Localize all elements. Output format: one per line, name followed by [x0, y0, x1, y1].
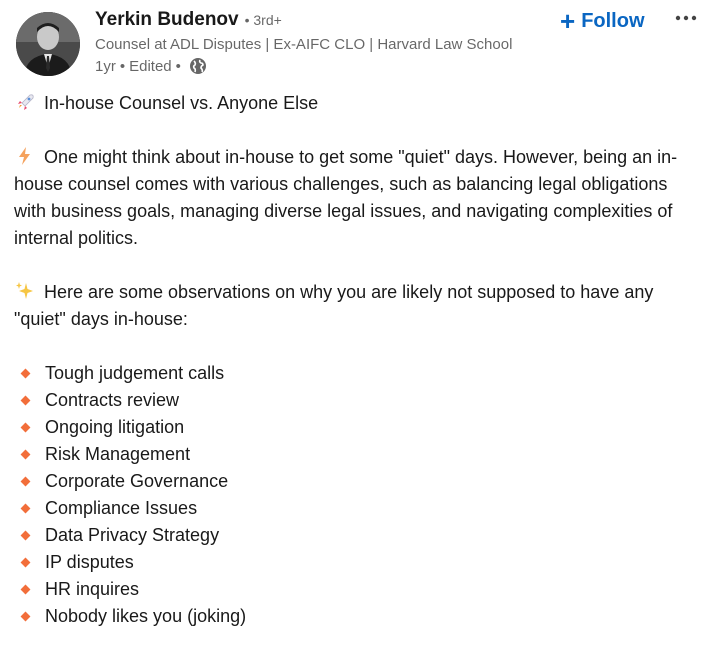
list-item: Compliance Issues — [14, 495, 704, 522]
post-meta: 1yr • Edited • — [95, 57, 555, 75]
post-title-line: In-house Counsel vs. Anyone Else — [14, 90, 704, 117]
avatar[interactable] — [16, 12, 80, 76]
diamond-bullet-icon — [20, 449, 31, 460]
post-observe: Here are some observations on why you ar… — [14, 279, 704, 333]
lightning-icon — [19, 147, 30, 165]
post-observe-text: Here are some observations on why you ar… — [14, 282, 654, 329]
post-body: In-house Counsel vs. Anyone Else One mig… — [14, 90, 704, 630]
list-item: Ongoing litigation — [14, 414, 704, 441]
meta-separator-2: • — [175, 57, 181, 75]
sparkles-icon — [16, 282, 33, 299]
diamond-bullet-icon — [20, 611, 31, 622]
list-item: Tough judgement calls — [14, 360, 704, 387]
feed-post: Yerkin Budenov • 3rd+ Counsel at ADL Dis… — [0, 0, 716, 653]
list-item: Risk Management — [14, 441, 704, 468]
name-line: Yerkin Budenov • 3rd+ — [95, 9, 555, 31]
list-item: Nobody likes you (joking) — [14, 603, 704, 630]
post-title: In-house Counsel vs. Anyone Else — [44, 93, 319, 113]
follow-button[interactable]: + Follow — [556, 6, 649, 36]
diamond-bullet-icon — [20, 476, 31, 487]
author-name[interactable]: Yerkin Budenov — [95, 9, 239, 31]
avatar-photo — [16, 12, 80, 76]
list-item-text: Contracts review — [45, 390, 180, 410]
author-headline: Counsel at ADL Disputes | Ex-AIFC CLO | … — [95, 36, 513, 53]
diamond-bullet-icon — [20, 503, 31, 514]
list-item-text: Tough judgement calls — [45, 363, 225, 383]
plus-icon: + — [560, 6, 576, 36]
diamond-bullet-icon — [20, 557, 31, 568]
list-item-text: Compliance Issues — [45, 498, 198, 518]
post-intro-text: One might think about in-house to get so… — [14, 147, 678, 248]
list-item: Data Privacy Strategy — [14, 522, 704, 549]
list-item-text: Risk Management — [45, 444, 191, 464]
post-time: 1yr — [95, 57, 116, 75]
list-item: IP disputes — [14, 549, 704, 576]
diamond-bullet-icon — [20, 584, 31, 595]
meta-separator: • — [119, 57, 126, 75]
rocket-icon — [18, 94, 34, 110]
more-options-button[interactable] — [670, 4, 702, 32]
list-item: Contracts review — [14, 387, 704, 414]
list-item-text: Nobody likes you (joking) — [45, 606, 247, 626]
post-intro: One might think about in-house to get so… — [14, 144, 704, 252]
diamond-bullet-icon — [20, 395, 31, 406]
globe-icon — [189, 58, 206, 74]
list-item-text: Data Privacy Strategy — [45, 525, 220, 545]
connection-degree: • 3rd+ — [244, 12, 282, 28]
follow-label: Follow — [581, 9, 645, 32]
diamond-bullet-icon — [20, 422, 31, 433]
ellipsis-icon — [675, 15, 697, 21]
list-item-text: HR inquires — [45, 579, 140, 599]
diamond-bullet-icon — [20, 368, 31, 379]
list-item: HR inquires — [14, 576, 704, 603]
list-item: Corporate Governance — [14, 468, 704, 495]
observations-list: Tough judgement calls Contracts review Ong… — [14, 360, 704, 630]
post-actor: Yerkin Budenov • 3rd+ Counsel at ADL Dis… — [95, 9, 555, 75]
list-item-text: IP disputes — [45, 552, 134, 572]
list-item-text: Corporate Governance — [45, 471, 229, 491]
diamond-bullet-icon — [20, 530, 31, 541]
edited-label: Edited — [129, 57, 172, 75]
list-item-text: Ongoing litigation — [45, 417, 185, 437]
